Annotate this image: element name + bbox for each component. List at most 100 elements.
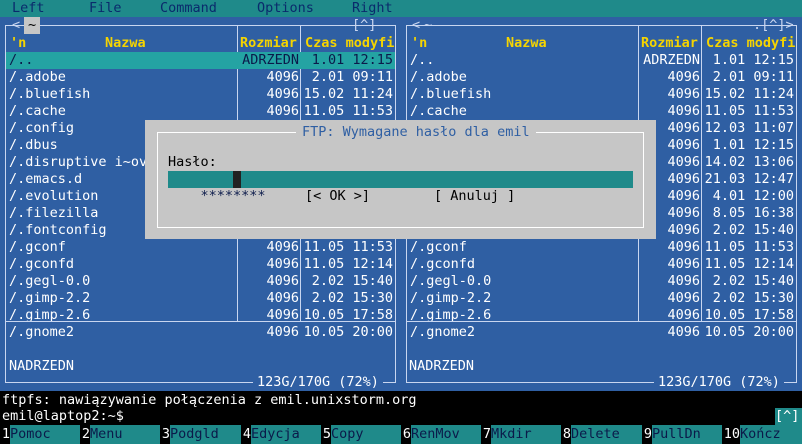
left-tab-path[interactable]: ~ <box>24 17 41 34</box>
right-file-size: 4096 <box>667 324 700 340</box>
right-file-mtime: 14.02 13:06 <box>704 154 794 170</box>
right-file-mtime: 1.01 12:15 <box>712 137 794 153</box>
menu-left[interactable]: Left <box>12 0 45 17</box>
left-file-name: /.bluefish <box>9 86 91 102</box>
right-file-row[interactable]: /.gimp-2.2 4096 2.02 15:30 <box>407 290 796 307</box>
right-file-row[interactable]: /.gnome2 4096 10.05 20:00 <box>407 324 796 341</box>
password-label: Hasło: <box>168 154 217 170</box>
left-file-name: /.gegl-0.0 <box>9 273 91 289</box>
right-file-name: /.adobe <box>410 69 467 85</box>
left-file-row[interactable]: /.adobe 4096 2.01 09:11 <box>6 69 395 86</box>
left-header-size[interactable]: Rozmiar <box>240 35 297 52</box>
left-file-row[interactable]: /.. ADRZEDN 1.01 12:15 <box>6 52 395 69</box>
right-panel-controls[interactable]: .[^]> <box>753 17 794 34</box>
left-file-row[interactable]: /.gconfd 4096 11.05 12:14 <box>6 256 395 273</box>
right-file-size: ADRZEDN <box>643 52 700 68</box>
right-file-name: /.gimp-2.2 <box>410 290 492 306</box>
left-file-row[interactable]: /.bluefish 4096 15.02 11:24 <box>6 86 395 103</box>
right-tab-path[interactable]: ~ <box>424 17 432 34</box>
right-file-row[interactable]: /.adobe 4096 2.01 09:11 <box>407 69 796 86</box>
right-file-row[interactable]: /.gconf 4096 11.05 11:53 <box>407 239 796 256</box>
fkey-pulldn-button[interactable]: PullDn <box>652 425 722 444</box>
right-file-row[interactable]: /.. ADRZEDN 1.01 12:15 <box>407 52 796 69</box>
right-header-name[interactable]: Nazwa <box>506 35 547 52</box>
dialog-title: FTP: Wymagane hasło dla emil <box>296 124 536 141</box>
left-file-size: 4096 <box>266 324 299 340</box>
cancel-button[interactable]: [ Anuluj ] <box>434 188 515 205</box>
ftp-password-dialog: FTP: Wymagane hasło dla emil Hasło: ****… <box>145 120 656 239</box>
fkey-mkdir-button[interactable]: Mkdir <box>491 425 561 444</box>
fkey-number: 5 <box>321 425 331 444</box>
menu-right[interactable]: Right <box>352 0 393 17</box>
left-file-name: /.cache <box>9 103 66 119</box>
right-file-mtime: 4.01 12:00 <box>712 188 794 204</box>
fkey-copy-button[interactable]: Copy <box>331 425 401 444</box>
fkey-delete-button[interactable]: Delete <box>571 425 642 444</box>
left-file-size: 4096 <box>266 256 299 272</box>
fkey-number: 9 <box>642 425 652 444</box>
right-file-mtime: 10.05 20:00 <box>704 324 794 340</box>
left-header-name[interactable]: Nazwa <box>105 35 146 52</box>
command-history-button[interactable]: [^] <box>775 408 802 425</box>
left-file-mtime: 2.01 09:11 <box>311 69 393 85</box>
right-file-name: /.cache <box>410 103 467 119</box>
right-file-mtime: 2.02 15:40 <box>712 273 794 289</box>
left-file-mtime: 2.02 15:40 <box>311 273 393 289</box>
fkey-kończ-button[interactable]: Kończ <box>740 425 802 444</box>
console-status-line: ftpfs: nawiązywanie połączenia z emil.un… <box>2 392 417 408</box>
right-file-name: /.gnome2 <box>410 324 476 340</box>
fkey-pomoc-button[interactable]: Pomoc <box>10 425 80 444</box>
right-file-mtime: 2.02 15:40 <box>712 222 794 238</box>
menu-command[interactable]: Command <box>160 0 217 17</box>
right-file-row[interactable]: /.cache 4096 11.05 11:53 <box>407 103 796 120</box>
password-value: ******** <box>200 188 266 204</box>
left-file-name: /.gimp-2.2 <box>9 290 91 306</box>
left-file-name: /.adobe <box>9 69 66 85</box>
left-file-size: 4096 <box>266 103 299 119</box>
fkey-number: 4 <box>241 425 251 444</box>
right-file-name: /.gegl-0.0 <box>410 273 492 289</box>
function-key-bar: 1 Pomoc 2 Menu 3 Podgld 4 Edycja 5 Copy 6 RenMov 7 Mk… <box>0 425 802 444</box>
left-file-row[interactable]: /.cache 4096 11.05 11:53 <box>6 103 395 120</box>
menu-bar: Left File Command Options Right <box>0 0 802 17</box>
left-file-row[interactable]: /.gnome2 4096 10.05 20:00 <box>6 324 395 341</box>
fkey-number: 8 <box>561 425 571 444</box>
menu-options[interactable]: Options <box>257 0 314 17</box>
left-file-size: 4096 <box>266 69 299 85</box>
left-file-size: 4096 <box>266 86 299 102</box>
right-file-size: 4096 <box>667 103 700 119</box>
fkey-number: 2 <box>80 425 90 444</box>
left-header-mtime[interactable]: Czas modyfi <box>305 35 394 52</box>
menu-file[interactable]: File <box>89 0 122 17</box>
fkey-number: 3 <box>160 425 170 444</box>
right-header-mtime[interactable]: Czas modyfi <box>706 35 795 52</box>
fkey-number: 6 <box>401 425 411 444</box>
left-sort-indicator[interactable]: 'n <box>10 35 26 52</box>
right-file-row[interactable]: /.gegl-0.0 4096 2.02 15:40 <box>407 273 796 290</box>
right-file-mtime: 12.03 11:07 <box>704 120 794 136</box>
right-file-row[interactable]: /.bluefish 4096 15.02 11:24 <box>407 86 796 103</box>
right-sort-indicator[interactable]: 'n <box>411 35 427 52</box>
shell-prompt[interactable]: emil@laptop2:~$ <box>2 408 124 425</box>
right-file-size: 4096 <box>667 69 700 85</box>
right-mini-divider <box>406 321 797 322</box>
ok-button[interactable]: [< OK >] <box>305 188 370 205</box>
left-file-row[interactable]: /.gegl-0.0 4096 2.02 15:40 <box>6 273 395 290</box>
left-tab-corner: < <box>12 17 21 33</box>
left-file-mtime: 1.01 12:15 <box>311 52 393 68</box>
fkey-menu-button[interactable]: Menu <box>90 425 160 444</box>
left-file-row[interactable]: /.gimp-2.2 4096 2.02 15:30 <box>6 290 395 307</box>
fkey-renmov-button[interactable]: RenMov <box>411 425 481 444</box>
fkey-edycja-button[interactable]: Edycja <box>251 425 321 444</box>
left-panel-controls[interactable]: [^] <box>352 17 376 34</box>
fkey-podgld-button[interactable]: Podgld <box>170 425 241 444</box>
left-file-row[interactable]: /.gconf 4096 11.05 11:53 <box>6 239 395 256</box>
left-file-name: /.gconf <box>9 239 66 255</box>
right-file-mtime: 2.01 09:11 <box>712 69 794 85</box>
right-file-row[interactable]: /.gconfd 4096 11.05 12:14 <box>407 256 796 273</box>
right-file-name: /.. <box>410 52 435 68</box>
right-header-size[interactable]: Rozmiar <box>641 35 698 52</box>
left-file-size: 4096 <box>266 290 299 306</box>
right-file-name: /.gconf <box>410 239 467 255</box>
left-file-name: /.. <box>9 52 34 68</box>
